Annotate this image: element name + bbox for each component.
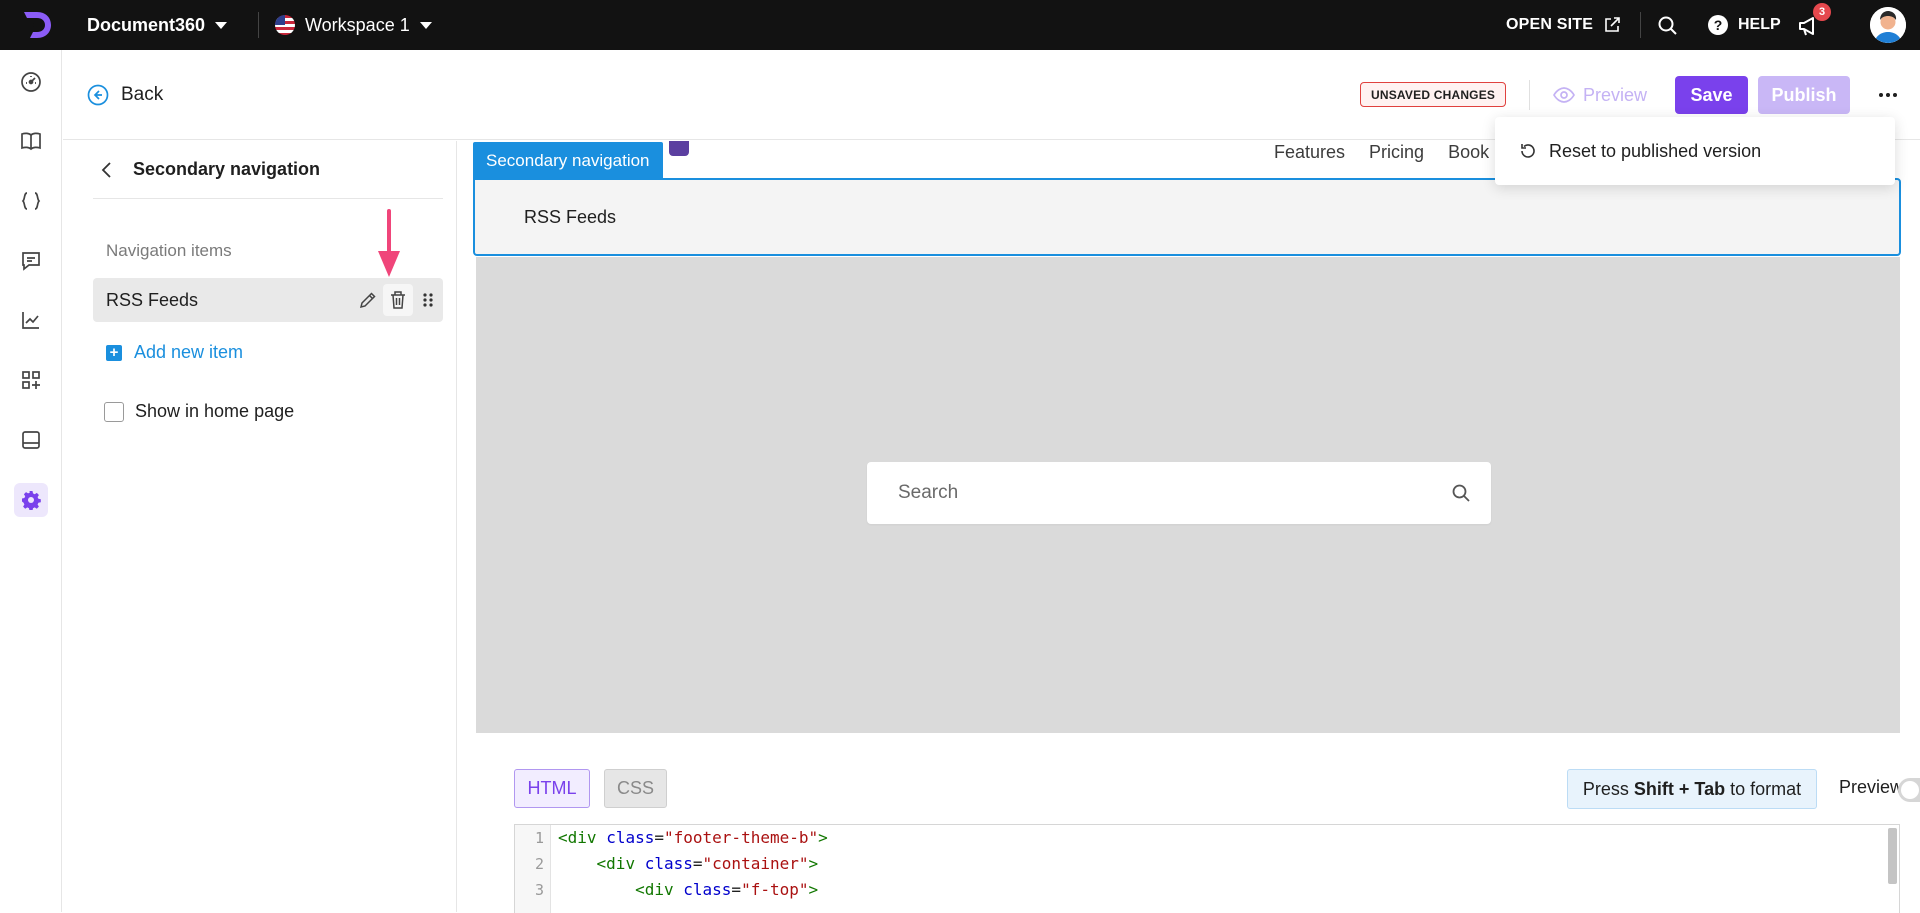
search-bar[interactable]: Search <box>867 462 1491 524</box>
preview-button[interactable]: Preview <box>1553 76 1647 114</box>
code-line: <div class="container"> <box>596 854 819 873</box>
navigation-item[interactable]: RSS Feeds <box>93 278 443 322</box>
project-name: Document360 <box>87 14 206 35</box>
publish-button[interactable]: Publish <box>1758 76 1850 114</box>
hero-section: Search <box>476 257 1900 733</box>
left-rail <box>0 50 62 912</box>
add-new-item-button[interactable]: + Add new item <box>106 342 243 363</box>
site-logo-fragment <box>669 141 689 156</box>
more-options-icon[interactable] <box>1868 76 1908 114</box>
code-lines: <div class="footer-theme-b"> <div class=… <box>558 825 828 903</box>
notification-badge: 3 <box>1813 3 1831 21</box>
tab-html[interactable]: HTML <box>514 769 590 808</box>
site-nav-link[interactable]: Features <box>1274 142 1345 163</box>
preview-canvas: Features Pricing Book Secondary navigati… <box>458 141 1920 913</box>
format-hint-keys: Shift + Tab <box>1633 778 1726 799</box>
unsaved-changes-badge: UNSAVED CHANGES <box>1360 82 1507 107</box>
open-site-link[interactable]: OPEN SITE <box>1506 0 1621 50</box>
secondary-navigation-tag: Secondary navigation <box>473 142 663 179</box>
panel-title: Secondary navigation <box>133 159 321 179</box>
line-number: 3 <box>534 881 544 899</box>
line-number-gutter: 1 2 3 <box>515 825 551 913</box>
format-hint: Press Shift + Tab to format <box>1567 769 1817 809</box>
help-label: HELP <box>1738 16 1781 33</box>
documentation-icon[interactable] <box>14 124 48 158</box>
workspace-selector[interactable]: Workspace 1 <box>275 0 432 50</box>
widgets-icon[interactable] <box>14 423 48 457</box>
reset-icon <box>1521 144 1535 158</box>
edit-icon[interactable] <box>353 284 383 316</box>
navigation-items-label: Navigation items <box>106 241 232 260</box>
document360-logo-icon[interactable] <box>20 8 54 42</box>
search-placeholder: Search <box>898 482 959 503</box>
navigation-item-label: RSS Feeds <box>106 289 199 310</box>
arrow-left-circle-icon <box>87 84 109 106</box>
workspace-name: Workspace 1 <box>305 14 410 35</box>
top-bar: Document360 Workspace 1 OPEN SITE ? HELP… <box>0 0 1920 50</box>
tab-css[interactable]: CSS <box>604 769 667 808</box>
editor-scrollbar[interactable] <box>1888 828 1897 884</box>
settings-panel: Secondary navigation Navigation items RS… <box>63 141 457 912</box>
help-button[interactable]: ? HELP <box>1708 0 1781 50</box>
us-flag-icon <box>275 15 295 35</box>
search-icon[interactable] <box>1451 483 1471 503</box>
add-new-item-label: Add new item <box>134 342 244 362</box>
divider <box>1640 12 1641 38</box>
site-nav-link[interactable]: Pricing <box>1369 142 1424 163</box>
panel-header: Secondary navigation <box>93 141 443 199</box>
code-editor[interactable]: 1 2 3 <div class="footer-theme-b"> <div … <box>514 824 1900 913</box>
api-docs-icon[interactable] <box>14 184 48 218</box>
divider <box>1529 80 1530 110</box>
show-in-home-page-checkbox[interactable] <box>104 401 124 422</box>
integrations-icon[interactable] <box>14 363 48 397</box>
chevron-down-icon <box>419 21 432 29</box>
more-options-menu: Reset to published version <box>1495 117 1895 185</box>
project-selector[interactable]: Document360 <box>87 0 228 50</box>
code-line: <div class="footer-theme-b"> <box>558 828 828 847</box>
analytics-icon[interactable] <box>14 303 48 337</box>
show-in-home-page-option[interactable]: Show in home page <box>104 401 294 422</box>
secondary-navigation-section[interactable]: RSS Feeds <box>473 178 1901 256</box>
divider <box>258 12 259 38</box>
format-hint-suffix: to format <box>1730 778 1802 799</box>
code-line: <div class="f-top"> <box>635 880 819 899</box>
show-in-home-page-label: Show in home page <box>135 401 295 421</box>
back-button[interactable]: Back <box>87 84 163 106</box>
dashboard-icon[interactable] <box>14 65 48 99</box>
help-icon: ? <box>1708 15 1728 35</box>
code-editor-section: HTML CSS Press Shift + Tab to format Pre… <box>476 733 1920 913</box>
avatar[interactable] <box>1870 7 1906 43</box>
preview-toggle-label: Preview <box>1839 777 1904 797</box>
preview-label: Preview <box>1583 84 1648 105</box>
chevron-down-icon <box>215 21 228 29</box>
line-number: 1 <box>534 829 544 847</box>
preview-toggle[interactable] <box>1898 778 1920 802</box>
settings-icon[interactable] <box>14 483 48 517</box>
secondary-navigation-link[interactable]: RSS Feeds <box>524 207 616 228</box>
save-button[interactable]: Save <box>1675 76 1748 114</box>
chevron-left-icon[interactable] <box>97 160 117 180</box>
line-number: 2 <box>534 855 544 873</box>
format-hint-prefix: Press <box>1582 778 1629 799</box>
delete-icon[interactable] <box>383 284 413 316</box>
site-nav-link[interactable]: Book <box>1448 142 1489 163</box>
search-icon[interactable] <box>1657 15 1678 36</box>
open-site-label: OPEN SITE <box>1506 16 1594 33</box>
site-nav-links: Features Pricing Book <box>1274 141 1489 163</box>
drag-handle-icon[interactable] <box>413 284 443 316</box>
feedback-icon[interactable] <box>14 244 48 278</box>
external-link-icon <box>1605 17 1620 32</box>
plus-icon: + <box>106 344 122 361</box>
back-label: Back <box>121 84 164 105</box>
reset-to-published-version-item[interactable]: Reset to published version <box>1549 141 1761 162</box>
eye-icon <box>1553 87 1575 103</box>
annotation-arrow-icon <box>378 209 400 277</box>
